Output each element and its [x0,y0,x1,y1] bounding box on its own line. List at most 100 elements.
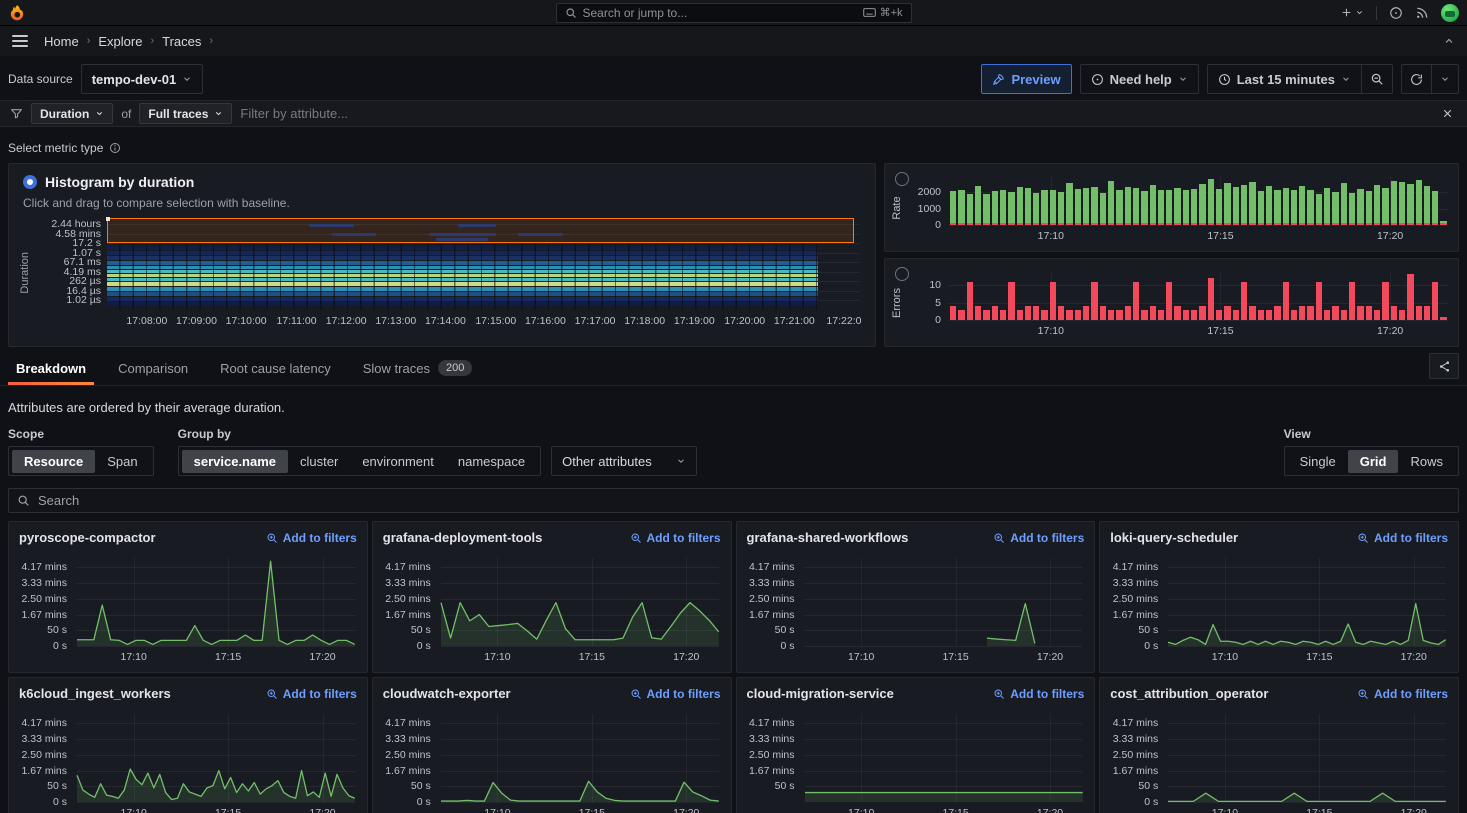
add-to-filters-link[interactable]: Add to filters [993,531,1084,545]
service-panel: cloudwatch-exporter Add to filters 4.17 … [372,677,732,813]
tab-root-cause-latency[interactable]: Root cause latency [212,353,339,385]
service-xtick: 17:20 [1401,807,1427,813]
service-name: cloud-migration-service [747,686,894,701]
chevron-down-icon [1178,74,1188,84]
groupby-option-namespace[interactable]: namespace [446,450,537,473]
service-xtick: 17:10 [484,807,510,813]
service-panel: k6cloud_ingest_workers Add to filters 4.… [8,677,368,813]
rate-xtick: 17:15 [1207,230,1233,242]
clear-filter-button[interactable] [1438,106,1457,121]
breadcrumb-item[interactable]: Traces [162,34,201,49]
view-option-rows[interactable]: Rows [1398,450,1455,473]
heatmap-xtick: 17:10:00 [226,315,267,327]
errors-panel: Errors 0510 17:1017:1517:20 [884,258,1459,347]
search-plus-icon [630,532,642,544]
service-chart[interactable]: 17:1017:1517:20 [1168,558,1446,646]
service-yaxis: 4.17 mins3.33 mins2.50 mins1.67 mins50 s… [743,558,799,646]
service-name: pyroscope-compactor [19,530,156,545]
selection-handle[interactable] [106,217,110,221]
duration-heatmap-plot[interactable]: 17:08:0017:09:0017:10:0017:11:0017:12:00… [107,218,859,310]
need-help-button[interactable]: Need help [1080,64,1199,94]
view-option-grid[interactable]: Grid [1348,450,1399,473]
add-to-filters-link[interactable]: Add to filters [1357,687,1448,701]
service-ytick: 50 s [47,624,67,636]
tab-comparison[interactable]: Comparison [110,353,196,385]
share-button[interactable] [1429,353,1459,379]
heatmap-xtick: 17:22:0 [826,315,861,327]
rate-xtick: 17:20 [1377,230,1403,242]
groupby-option-service-name[interactable]: service.name [182,450,288,473]
grafana-logo[interactable] [8,4,26,22]
service-ytick: 3.33 mins [1113,733,1159,745]
view-option-single[interactable]: Single [1288,450,1348,473]
info-circle-icon [1091,73,1104,86]
zoom-out-button[interactable] [1362,64,1393,94]
heatmap-xtick: 17:18:00 [624,315,665,327]
errors-ytick: 5 [935,297,941,309]
service-chart[interactable]: 17:1017:1517:20 [805,558,1083,646]
trace-type-dropdown[interactable]: Full traces [139,103,232,124]
service-xtick: 17:10 [121,807,147,813]
histogram-radio[interactable] [23,175,37,189]
global-search[interactable]: ⌘+k [556,3,912,23]
chevron-up-icon [1443,35,1455,47]
service-yaxis: 4.17 mins3.33 mins2.50 mins1.67 mins50 s… [15,714,71,802]
add-to-filters-link[interactable]: Add to filters [266,687,357,701]
errors-bars[interactable] [949,271,1448,320]
news-rss-icon[interactable] [1415,6,1429,20]
heatmap-xtick: 17:12:00 [326,315,367,327]
add-to-filters-link[interactable]: Add to filters [993,687,1084,701]
help-icon[interactable] [1389,6,1403,20]
services-grid: pyroscope-compactor Add to filters 4.17 … [0,521,1467,813]
datasource-picker[interactable]: tempo-dev-01 [81,64,204,94]
service-chart[interactable]: 17:1017:1517:20 [805,714,1083,802]
service-xtick: 17:10 [848,807,874,813]
service-panel: pyroscope-compactor Add to filters 4.17 … [8,521,368,673]
add-to-filters-link[interactable]: Add to filters [630,687,721,701]
collapse-section-button[interactable] [1443,35,1455,47]
service-xtick: 17:10 [848,651,874,663]
user-avatar[interactable] [1441,4,1459,22]
service-ytick: 3.33 mins [21,733,67,745]
refresh-interval-button[interactable] [1432,64,1459,94]
service-xtick: 17:10 [121,651,147,663]
duration-filter-dropdown[interactable]: Duration [31,103,113,124]
service-xtick: 17:20 [673,651,699,663]
scope-option-span[interactable]: Span [95,450,149,473]
attribute-filter-input[interactable] [240,106,1430,121]
add-button[interactable] [1340,6,1364,19]
service-chart[interactable]: 17:1017:1517:20 [77,558,355,646]
breakdown-search[interactable] [8,488,1459,513]
heatmap-selection[interactable] [107,218,854,243]
chevron-down-icon [182,74,192,84]
breadcrumb-item[interactable]: Home [44,34,79,49]
service-ytick: 50 s [47,780,67,792]
service-chart[interactable]: 17:1017:1517:20 [441,558,719,646]
menu-icon[interactable] [12,35,28,47]
scope-option-resource[interactable]: Resource [12,450,95,473]
groupby-option-cluster[interactable]: cluster [288,450,350,473]
errors-plot[interactable]: 17:1017:1517:20 [949,271,1448,320]
time-range-picker[interactable]: Last 15 minutes [1207,64,1362,94]
breakdown-search-input[interactable] [38,493,1450,508]
service-chart[interactable]: 17:1017:1517:20 [1168,714,1446,802]
add-to-filters-link[interactable]: Add to filters [266,531,357,545]
service-chart[interactable]: 17:1017:1517:20 [77,714,355,802]
tab-breakdown[interactable]: Breakdown [8,353,94,385]
rate-plot[interactable]: 17:1017:1517:20 [949,176,1448,225]
service-ytick: 2.50 mins [749,749,795,761]
preview-button[interactable]: Preview [981,64,1071,94]
global-search-input[interactable] [583,6,857,20]
other-attributes-dropdown[interactable]: Other attributes [551,446,697,476]
breadcrumb-item[interactable]: Explore [98,34,142,49]
add-to-filters-link[interactable]: Add to filters [1357,531,1448,545]
service-xtick: 17:10 [1212,807,1238,813]
heatmap-xtick: 17:11:00 [276,315,316,327]
groupby-option-environment[interactable]: environment [350,450,446,473]
service-chart[interactable]: 17:1017:1517:20 [441,714,719,802]
refresh-button[interactable] [1401,64,1432,94]
rate-bars[interactable] [949,176,1448,225]
add-to-filters-link[interactable]: Add to filters [630,531,721,545]
tab-slow-traces[interactable]: Slow traces200 [355,353,481,385]
chevron-down-icon [1341,74,1351,84]
